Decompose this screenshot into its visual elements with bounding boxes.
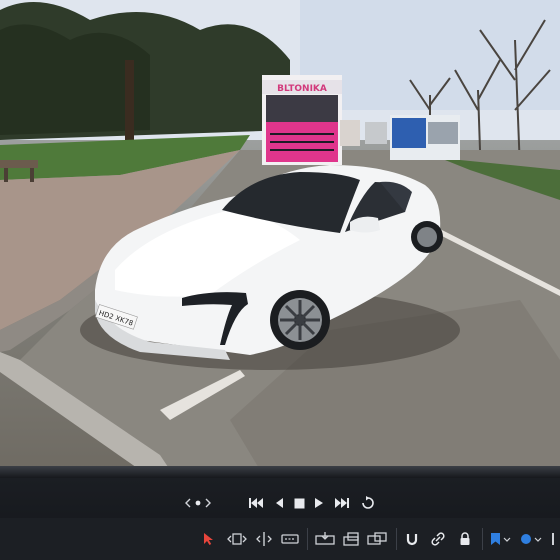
split-tool-icon[interactable] (254, 530, 274, 548)
trim-tool-icon[interactable] (226, 530, 248, 548)
more-tools-icon[interactable] (548, 530, 558, 548)
flag-tool-icon[interactable] (488, 530, 512, 548)
viewer-image: BLTONIKA HD2 XK78 (0, 0, 560, 470)
overwrite-tool-icon[interactable] (341, 530, 361, 548)
step-back-icon[interactable] (271, 495, 287, 511)
play-icon[interactable] (311, 495, 327, 511)
insert-tool-icon[interactable] (314, 530, 336, 548)
toolbar-separator (307, 528, 308, 550)
skip-forward-icon[interactable] (332, 495, 352, 511)
toolbar-separator (482, 528, 483, 550)
toolbar-separator (396, 528, 397, 550)
monitor-bezel (0, 466, 560, 478)
skip-back-icon[interactable] (246, 495, 266, 511)
truck-brand-label: BLTONIKA (277, 84, 327, 94)
link-tool-icon[interactable] (428, 530, 448, 548)
transport-controls (0, 492, 560, 514)
loop-icon[interactable] (358, 495, 378, 511)
replace-tool-icon[interactable] (366, 530, 388, 548)
lock-tool-icon[interactable] (456, 530, 474, 548)
viewer-frame: BLTONIKA HD2 XK78 (0, 0, 560, 470)
prev-next-dots-icon[interactable] (183, 495, 213, 511)
pointer-tool-icon[interactable] (200, 530, 218, 548)
marker-tool-icon[interactable] (518, 530, 544, 548)
editor-toolbar (0, 478, 560, 560)
edit-tools-bar (0, 518, 560, 560)
snap-tool-icon[interactable] (403, 530, 421, 548)
blade-tool-icon[interactable] (280, 530, 300, 548)
stop-icon[interactable] (291, 495, 307, 511)
